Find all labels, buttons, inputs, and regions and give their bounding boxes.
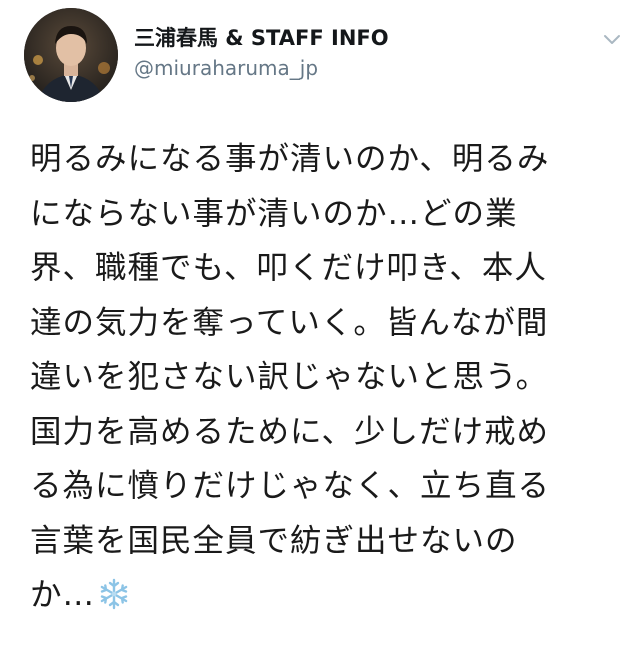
- tweet-last-line: か…: [30, 568, 620, 623]
- avatar-photo: [24, 8, 118, 102]
- tweet-line: にならない事が清いのか…どの業: [30, 195, 518, 232]
- user-handle[interactable]: @miuraharuma_jp: [134, 54, 389, 82]
- tweet-line: 達の気力を奪っていく。皆んなが間: [30, 304, 549, 341]
- tweet-line: る為に憤りだけじゃなく、立ち直る: [30, 468, 551, 504]
- tweet-line: 明るみになる事が清いのか、明るみ: [30, 141, 550, 177]
- display-name[interactable]: 三浦春馬 & STAFF INFO: [134, 24, 389, 52]
- user-info: 三浦春馬 & STAFF INFO @miuraharuma_jp: [134, 24, 389, 82]
- chevron-down-icon[interactable]: [600, 28, 624, 52]
- tweet-card: 三浦春馬 & STAFF INFO @miuraharuma_jp 明るみになる…: [0, 0, 641, 668]
- tweet-text: 明るみになる事が清いのか、明るみ にならない事が清いのか…どの業 界、職種でも、…: [30, 132, 620, 623]
- user-avatar[interactable]: [24, 8, 118, 102]
- tweet-line: 界、職種でも、叩くだけ叩き、本人: [30, 250, 547, 286]
- tweet-line: 国力を高めるために、少しだけ戒め: [30, 413, 550, 450]
- tweet-line: 言葉を国民全員で紡ぎ出せないの: [30, 522, 518, 559]
- tweet-line: 違いを犯さない訳じゃないと思う。: [30, 359, 549, 395]
- snowflake-icon: [97, 574, 131, 610]
- tweet-line-text: か…: [30, 577, 96, 613]
